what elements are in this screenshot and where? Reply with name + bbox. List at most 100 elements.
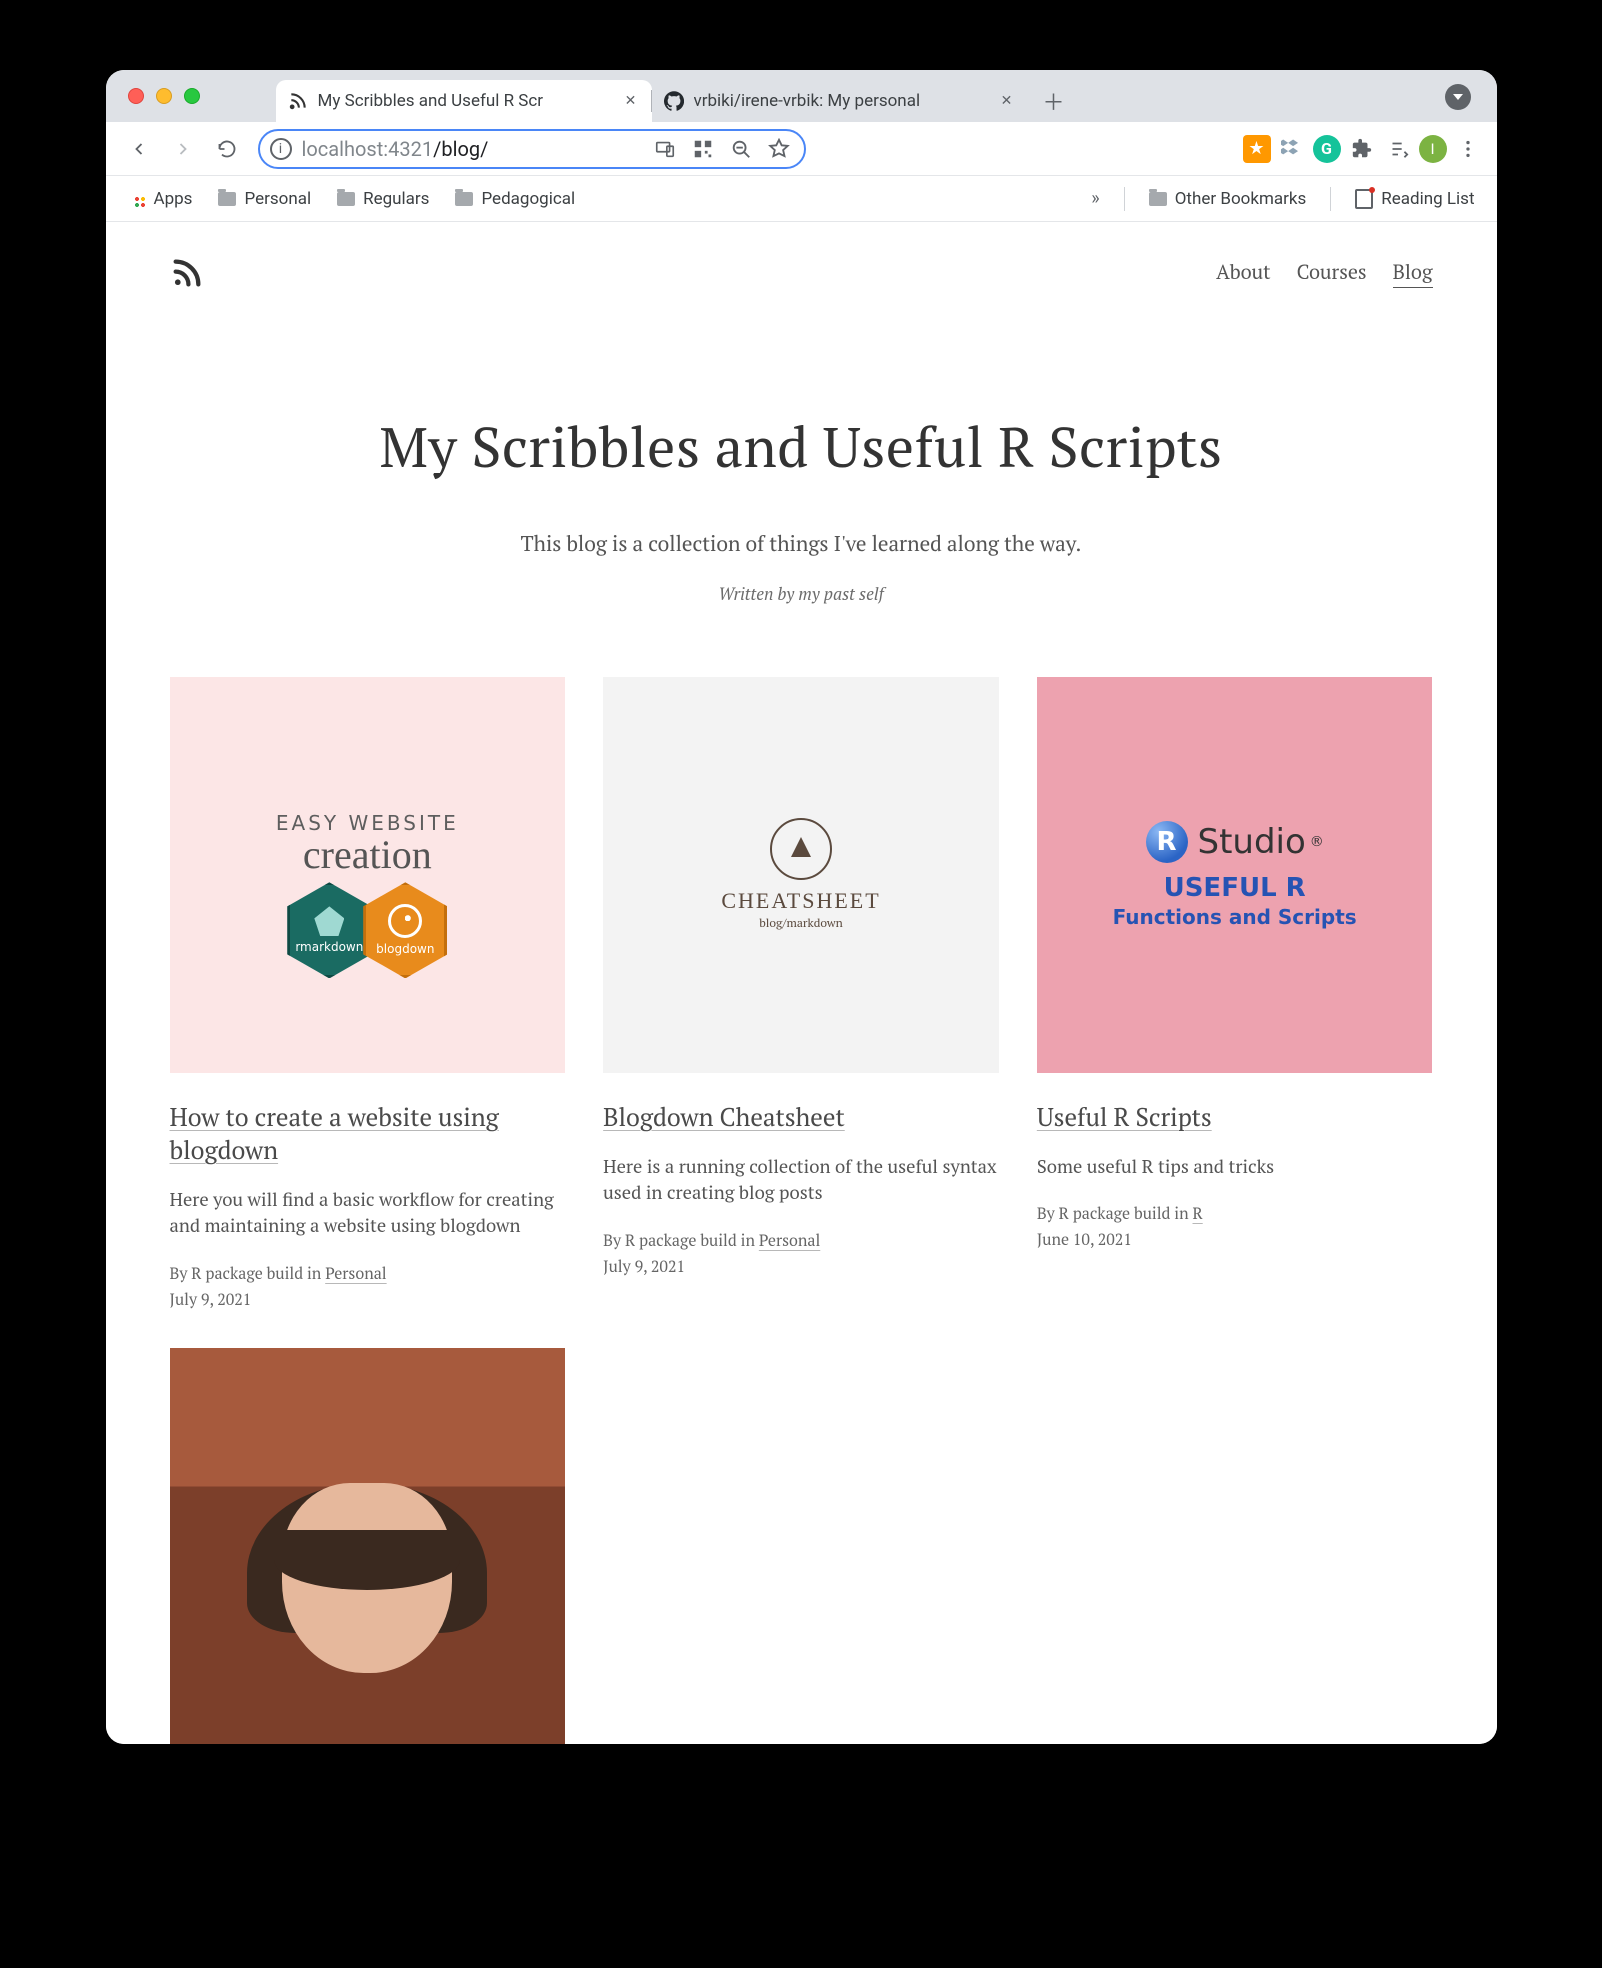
profile-avatar[interactable]: I	[1419, 135, 1447, 163]
device-toggle-icon[interactable]	[650, 134, 680, 164]
bookmark-folder-personal[interactable]: Personal	[212, 185, 317, 213]
tabs: My Scribbles and Useful R Scr ✕ vrbiki/i…	[276, 70, 1072, 122]
post-card: CHEATSHEET blog/markdown Blogdown Cheats…	[603, 677, 999, 1310]
menu-icon[interactable]	[1453, 134, 1483, 164]
tab-strip: My Scribbles and Useful R Scr ✕ vrbiki/i…	[106, 70, 1497, 122]
folder-icon	[1149, 192, 1167, 206]
omnibox-actions	[650, 134, 794, 164]
compass-icon	[770, 818, 832, 880]
rss-icon	[288, 91, 308, 111]
post-card: EASY WEBSITE creation rmarkdown blogdown…	[170, 677, 566, 1310]
thumb-text: Functions and Scripts	[1113, 905, 1357, 929]
star-icon[interactable]	[764, 134, 794, 164]
posts-grid: EASY WEBSITE creation rmarkdown blogdown…	[106, 605, 1497, 1744]
close-window-icon[interactable]	[128, 88, 144, 104]
reading-list[interactable]: Reading List	[1349, 185, 1480, 213]
extension-dropbox-icon[interactable]	[1277, 134, 1307, 164]
hero: My Scribbles and Useful R Scripts This b…	[106, 300, 1497, 605]
post-thumbnail[interactable]: CHEATSHEET blog/markdown	[603, 677, 999, 1073]
tab-active[interactable]: My Scribbles and Useful R Scr ✕	[276, 80, 652, 122]
page-subtitle: This blog is a collection of things I've…	[146, 530, 1457, 558]
folder-icon	[455, 192, 473, 206]
post-category-link[interactable]: Personal	[325, 1262, 386, 1284]
close-icon[interactable]: ✕	[998, 92, 1016, 110]
apps-label: Apps	[154, 189, 193, 209]
folder-label: Pedagogical	[481, 189, 575, 209]
zoom-window-icon[interactable]	[184, 88, 200, 104]
toolbar: i localhost:4321/blog/ ★	[106, 122, 1497, 176]
thumb-text: creation	[303, 831, 432, 878]
page-title: My Scribbles and Useful R Scripts	[146, 410, 1457, 484]
back-button[interactable]	[120, 130, 158, 168]
post-desc: Some useful R tips and tricks	[1037, 1154, 1433, 1181]
address-bar[interactable]: i localhost:4321/blog/	[258, 129, 806, 169]
qr-icon[interactable]	[688, 134, 718, 164]
thumb-text: R Studio®	[1146, 821, 1324, 863]
post-category-link[interactable]: R	[1193, 1202, 1203, 1224]
forward-button[interactable]	[164, 130, 202, 168]
extension-grammarly-icon[interactable]: G	[1313, 135, 1341, 163]
post-title-link[interactable]: Blogdown Cheatsheet	[603, 1101, 845, 1134]
hex-rmarkdown-icon: rmarkdown	[287, 882, 371, 978]
page-byline: Written by my past self	[146, 582, 1457, 605]
tab-inactive[interactable]: vrbiki/irene-vrbik: My personal ✕	[652, 80, 1028, 122]
r-ball-icon: R	[1146, 821, 1188, 863]
folder-label: Other Bookmarks	[1175, 189, 1307, 209]
post-date: July 9, 2021	[603, 1255, 999, 1277]
page-content: About Courses Blog My Scribbles and Usef…	[106, 222, 1497, 1744]
site-nav: About Courses Blog	[106, 222, 1497, 300]
bookmarks-overflow-icon[interactable]: »	[1085, 188, 1105, 209]
folder-label: Personal	[244, 189, 311, 209]
bookmark-folder-pedagogical[interactable]: Pedagogical	[449, 185, 581, 213]
thumb-text: USEFUL R	[1164, 873, 1306, 903]
hex-blogdown-icon: blogdown	[363, 882, 447, 978]
close-icon[interactable]: ✕	[622, 92, 640, 110]
post-desc: Here you will find a basic workflow for …	[170, 1187, 566, 1241]
folder-label: Regulars	[363, 189, 429, 209]
extension-bookmark-icon[interactable]: ★	[1243, 135, 1271, 163]
separator	[1124, 187, 1125, 211]
extensions-icon[interactable]	[1347, 134, 1377, 164]
thumb-text: CHEATSHEET	[721, 888, 880, 914]
post-meta: By R package build in Personal	[603, 1229, 999, 1251]
nav-links: About Courses Blog	[1216, 258, 1432, 288]
reading-list-icon	[1355, 189, 1373, 209]
site-info-icon[interactable]: i	[270, 138, 292, 160]
nav-courses[interactable]: Courses	[1297, 258, 1367, 288]
post-card: R Studio® USEFUL R Functions and Scripts…	[1037, 677, 1433, 1310]
search-tabs-icon[interactable]	[1445, 84, 1471, 110]
other-bookmarks[interactable]: Other Bookmarks	[1143, 185, 1313, 213]
bookmarks-bar: Apps Personal Regulars Pedagogical » Oth…	[106, 176, 1497, 222]
url-host: localhost	[302, 137, 384, 161]
bookmark-folder-regulars[interactable]: Regulars	[331, 185, 435, 213]
nav-about[interactable]: About	[1216, 258, 1271, 288]
zoom-icon[interactable]	[726, 134, 756, 164]
tab-title: vrbiki/irene-vrbik: My personal	[694, 91, 998, 111]
portrait-bangs	[274, 1530, 460, 1590]
site-logo-icon[interactable]	[170, 256, 204, 290]
reload-button[interactable]	[208, 130, 246, 168]
new-tab-button[interactable]: ＋	[1036, 83, 1072, 119]
apps-button[interactable]: Apps	[122, 185, 199, 213]
post-thumbnail[interactable]: R Studio® USEFUL R Functions and Scripts	[1037, 677, 1433, 1073]
github-icon	[664, 91, 684, 111]
reading-list-label: Reading List	[1381, 189, 1474, 209]
apps-grid-icon	[128, 190, 146, 208]
minimize-window-icon[interactable]	[156, 88, 172, 104]
post-thumbnail[interactable]: EASY WEBSITE creation rmarkdown blogdown	[170, 677, 566, 1073]
url: localhost:4321/blog/	[302, 137, 650, 161]
post-title-link[interactable]: Useful R Scripts	[1037, 1101, 1212, 1134]
folder-icon	[218, 192, 236, 206]
folder-icon	[337, 192, 355, 206]
nav-blog[interactable]: Blog	[1393, 258, 1433, 288]
media-controls-icon[interactable]	[1383, 134, 1413, 164]
post-title-link[interactable]: How to create a website using blogdown	[170, 1101, 499, 1167]
thumb-hexes: rmarkdown blogdown	[287, 882, 447, 978]
post-category-link[interactable]: Personal	[759, 1229, 820, 1251]
post-date: July 9, 2021	[170, 1288, 566, 1310]
post-thumbnail[interactable]	[170, 1348, 566, 1744]
post-meta: By R package build in Personal	[170, 1262, 566, 1284]
thumb-text: blog/markdown	[759, 916, 842, 931]
browser-window: My Scribbles and Useful R Scr ✕ vrbiki/i…	[106, 70, 1497, 1744]
post-meta: By R package build in R	[1037, 1202, 1433, 1224]
